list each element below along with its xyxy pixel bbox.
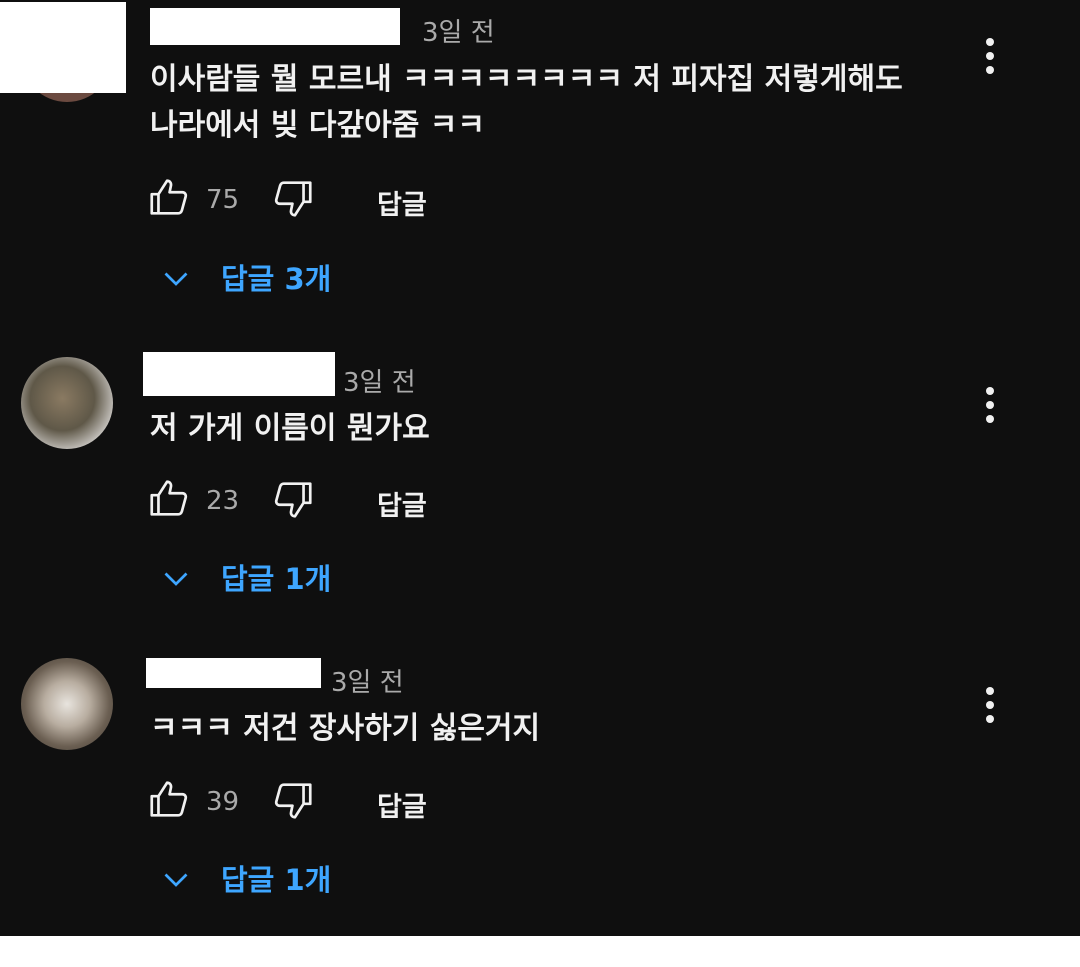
reply-button[interactable]: 답글	[377, 183, 427, 222]
avatar[interactable]	[21, 658, 113, 750]
thumb-up-icon	[150, 480, 188, 516]
dislike-button[interactable]	[270, 476, 318, 526]
replies-count-label: 답글 3개	[221, 262, 332, 296]
more-vert-icon	[986, 387, 994, 423]
more-actions-button[interactable]	[972, 380, 1008, 430]
comment-text: ㅋㅋㅋ 저건 장사하기 싫은거지	[150, 711, 541, 746]
comment-text: 이사람들 뭘 모르내 ㅋㅋㅋㅋㅋㅋㅋㅋ 저 피자집 저렇게해도 나라에서 빚 다…	[150, 62, 903, 143]
redaction-box	[0, 2, 126, 93]
like-button[interactable]	[146, 175, 194, 225]
replies-count-label: 답글 1개	[221, 863, 332, 897]
comment-action-bar: 39 답글	[146, 777, 546, 827]
more-actions-button[interactable]	[972, 31, 1008, 81]
thumb-up-icon	[150, 179, 188, 215]
reply-button[interactable]: 답글	[377, 785, 427, 824]
author-name-redacted[interactable]	[146, 658, 321, 688]
author-name-redacted[interactable]	[150, 8, 400, 45]
chevron-down-icon	[164, 272, 188, 286]
thumb-down-icon	[274, 181, 312, 217]
comment-text: 저 가게 이름이 뭔가요	[150, 411, 430, 446]
like-button[interactable]	[146, 476, 194, 526]
view-replies-button[interactable]: 답글 1개	[158, 853, 398, 903]
chevron-down-icon	[164, 572, 188, 586]
comment-item: 3일 전 이사람들 뭘 모르내 ㅋㅋㅋㅋㅋㅋㅋㅋ 저 피자집 저렇게해도 나라에…	[0, 0, 1080, 300]
replies-count-label: 답글 1개	[221, 562, 332, 596]
avatar[interactable]	[21, 357, 113, 449]
like-button[interactable]	[146, 777, 194, 827]
comment-item: 3일 전 저 가게 이름이 뭔가요 23 답글 답글 1개	[0, 350, 1080, 650]
thumb-down-icon	[274, 783, 312, 819]
view-replies-button[interactable]: 답글 3개	[158, 252, 398, 302]
dislike-button[interactable]	[270, 777, 318, 827]
more-actions-button[interactable]	[972, 680, 1008, 730]
dislike-button[interactable]	[270, 175, 318, 225]
like-count: 39	[206, 787, 240, 817]
comment-action-bar: 75 답글	[146, 175, 546, 225]
reply-button[interactable]: 답글	[377, 484, 427, 523]
comment-timestamp: 3일 전	[422, 18, 495, 48]
comments-panel: 3일 전 이사람들 뭘 모르내 ㅋㅋㅋㅋㅋㅋㅋㅋ 저 피자집 저렇게해도 나라에…	[0, 0, 1080, 936]
thumb-down-icon	[274, 482, 312, 518]
view-replies-button[interactable]: 답글 1개	[158, 552, 398, 602]
comment-action-bar: 23 답글	[146, 476, 546, 526]
like-count: 75	[206, 185, 240, 215]
thumb-up-icon	[150, 781, 188, 817]
author-name-redacted[interactable]	[143, 352, 335, 396]
more-vert-icon	[986, 38, 994, 74]
chevron-down-icon	[164, 873, 188, 887]
comment-item: 3일 전 ㅋㅋㅋ 저건 장사하기 싫은거지 39 답글 답글 1개	[0, 650, 1080, 936]
comment-timestamp: 3일 전	[343, 368, 416, 398]
more-vert-icon	[986, 687, 994, 723]
comment-timestamp: 3일 전	[331, 668, 404, 698]
like-count: 23	[206, 486, 240, 516]
